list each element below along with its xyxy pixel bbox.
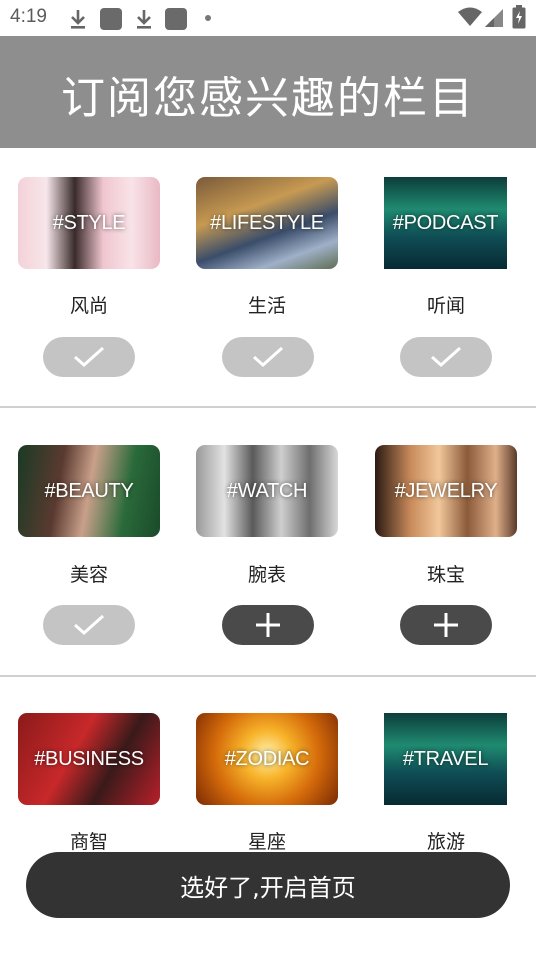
category-label: 珠宝 [426, 564, 465, 586]
subscribe-toggle-button[interactable] [400, 605, 492, 645]
app-notification-icon [165, 8, 187, 30]
status-time: 4:19 [10, 6, 47, 27]
app-root: 4:19 订阅您感兴趣的栏目 #STYLE 风尚 #LIFESTYLE 生活 #… [0, 0, 536, 954]
category-label: 旅游 [426, 831, 465, 853]
thumbnail-zodiac[interactable]: #ZODIAC [196, 713, 338, 805]
subscribe-toggle-button[interactable] [222, 605, 314, 645]
status-bar: 4:19 [0, 0, 536, 36]
subscribe-toggle-button[interactable] [400, 337, 492, 377]
thumbnail-jewelry[interactable]: #JEWELRY [375, 445, 517, 537]
category-tag: #PODCAST [392, 211, 499, 234]
check-icon [74, 346, 105, 368]
thumbnail-travel[interactable]: #TRAVEL [384, 713, 507, 805]
thumbnail-watch[interactable]: #WATCH [196, 445, 338, 537]
category-label: 听闻 [426, 295, 465, 317]
category-label: 商智 [69, 831, 108, 853]
app-notification-icon [100, 8, 122, 30]
category-tag: #TRAVEL [402, 747, 489, 770]
subscribe-toggle-button[interactable] [43, 337, 135, 377]
category-label: 星座 [247, 831, 286, 853]
category-tag: #BUSINESS [34, 747, 144, 770]
category-tag: #JEWELRY [394, 479, 498, 502]
check-icon [431, 346, 462, 368]
plus-icon [256, 613, 280, 637]
start-homepage-button[interactable]: 选好了,开启首页 [26, 852, 510, 918]
category-tag: #BEAUTY [44, 479, 134, 502]
row-divider [0, 406, 536, 408]
page-header: 订阅您感兴趣的栏目 [0, 36, 536, 148]
category-tag: #LIFESTYLE [210, 211, 324, 234]
category-label: 腕表 [247, 564, 286, 586]
thumbnail-beauty[interactable]: #BEAUTY [18, 445, 160, 537]
thumbnail-style[interactable]: #STYLE [18, 177, 160, 269]
category-tag: #ZODIAC [224, 747, 310, 770]
category-tag: #STYLE [52, 211, 126, 234]
row-divider [0, 675, 536, 677]
plus-icon [434, 613, 458, 637]
download-icon [71, 10, 85, 29]
cellular-signal-icon [485, 9, 503, 27]
check-icon [74, 614, 105, 636]
page-title: 订阅您感兴趣的栏目 [61, 73, 475, 124]
more-notifications-dot-icon [205, 15, 211, 21]
thumbnail-business[interactable]: #BUSINESS [18, 713, 160, 805]
category-label: 生活 [247, 295, 286, 317]
wifi-icon [458, 7, 482, 26]
download-icon [137, 10, 151, 29]
thumbnail-podcast[interactable]: #PODCAST [384, 177, 507, 269]
category-label: 风尚 [69, 295, 108, 317]
subscribe-toggle-button[interactable] [43, 605, 135, 645]
category-tag: #WATCH [226, 479, 308, 502]
subscribe-toggle-button[interactable] [222, 337, 314, 377]
check-icon [253, 346, 284, 368]
thumbnail-lifestyle[interactable]: #LIFESTYLE [196, 177, 338, 269]
category-label: 美容 [69, 564, 108, 586]
battery-charging-icon [512, 5, 526, 29]
